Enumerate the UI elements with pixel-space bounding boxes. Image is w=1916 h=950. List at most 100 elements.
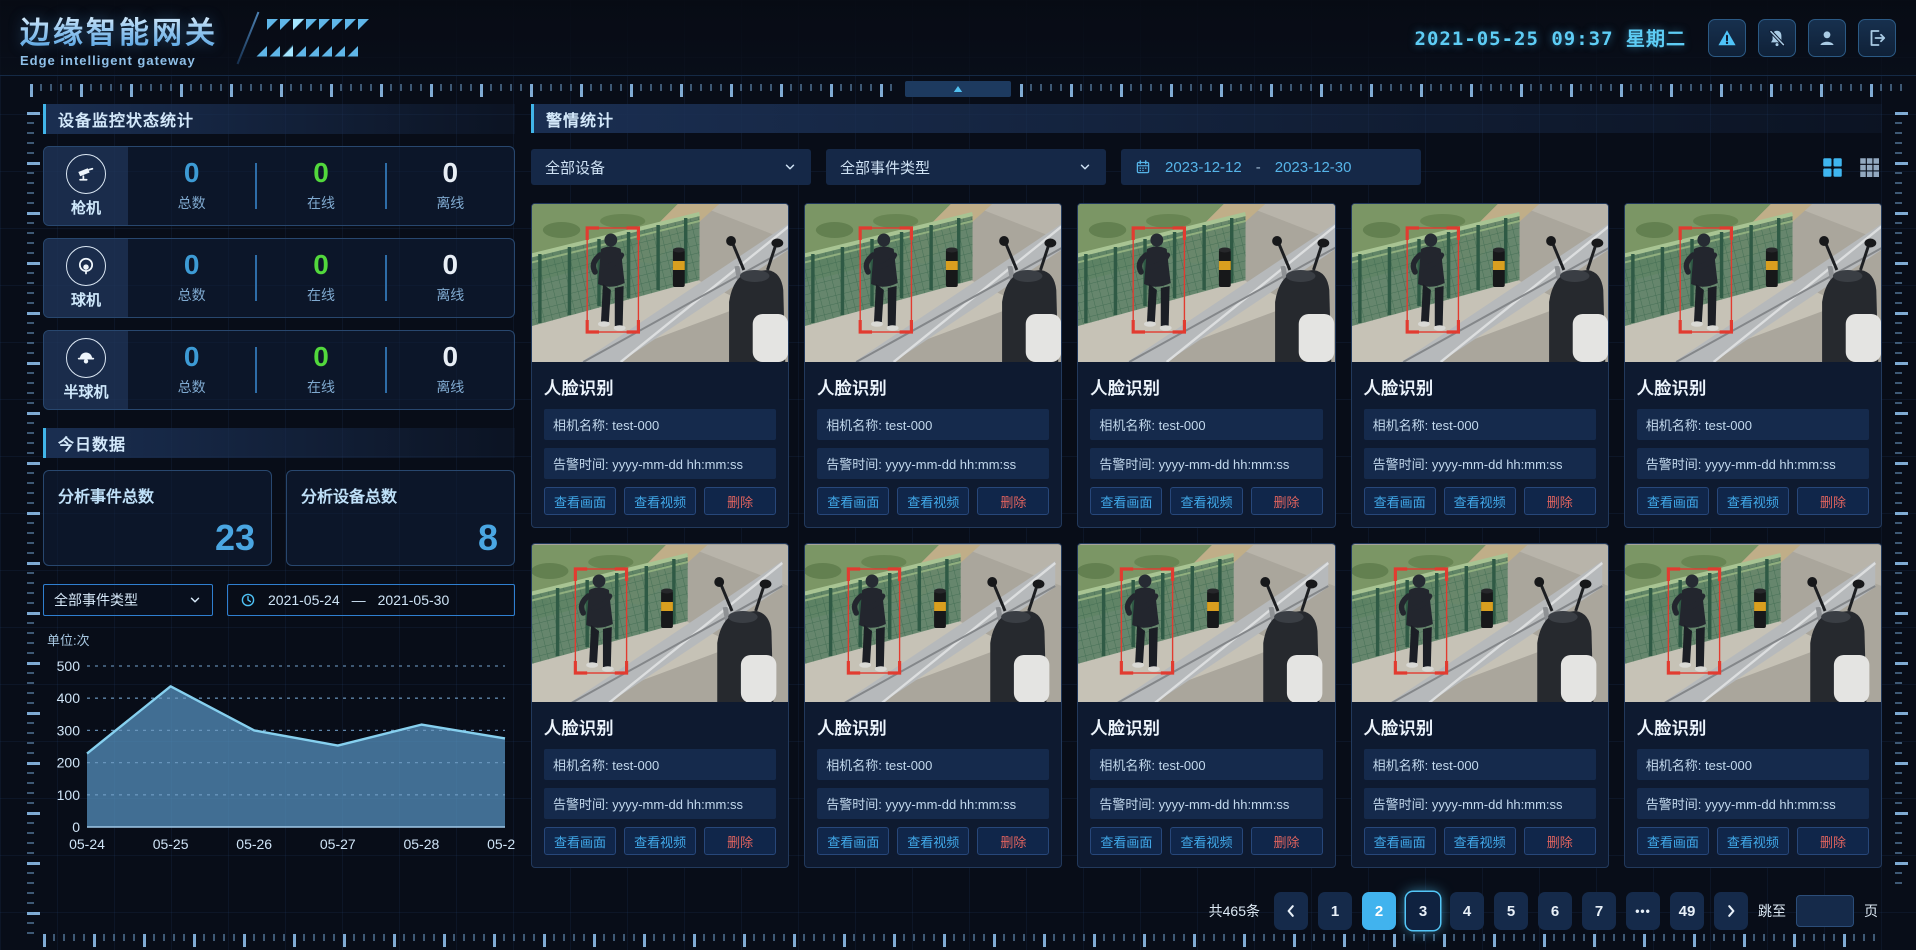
view-image-button[interactable]: 查看画面 [1090, 827, 1162, 855]
view-video-button[interactable]: 查看视频 [1170, 827, 1242, 855]
alert-type-label: 人脸识别 [817, 374, 1049, 399]
alert-snapshot[interactable] [805, 204, 1061, 362]
view-video-button[interactable]: 查看视频 [1444, 827, 1516, 855]
device-stat-row-bullet-camera: 枪机0总数0在线0离线 [43, 146, 515, 226]
view-image-button[interactable]: 查看画面 [1364, 487, 1436, 515]
device-offline-value: 0 [387, 159, 514, 187]
device-type-label: 球机 [71, 289, 101, 310]
logout-icon [1867, 28, 1887, 48]
alert-snapshot[interactable] [805, 544, 1061, 702]
delete-button[interactable]: 删除 [1251, 487, 1323, 515]
device-total-value: 0 [128, 251, 255, 279]
view-video-button[interactable]: 查看视频 [1444, 487, 1516, 515]
more-pages-button[interactable]: ••• [1626, 892, 1660, 930]
delete-button[interactable]: 删除 [977, 487, 1049, 515]
view-video-button[interactable]: 查看视频 [1717, 487, 1789, 515]
grid-view-icon[interactable] [1820, 155, 1845, 180]
device-stat-row-dome-camera: 球机0总数0在线0离线 [43, 238, 515, 318]
view-video-button[interactable]: 查看视频 [897, 827, 969, 855]
total-count-label: 共465条 [1209, 901, 1260, 921]
delete-button[interactable]: 删除 [1524, 487, 1596, 515]
svg-text:0: 0 [72, 819, 80, 835]
view-image-button[interactable]: 查看画面 [1090, 487, 1162, 515]
alert-snapshot[interactable] [1625, 544, 1881, 702]
alert-snapshot[interactable] [1352, 204, 1608, 362]
alert-date-range-picker[interactable]: 2023-12-12 - 2023-12-30 [1121, 149, 1421, 185]
delete-button[interactable]: 删除 [1524, 827, 1596, 855]
alert-snapshot[interactable] [532, 544, 788, 702]
view-video-button[interactable]: 查看视频 [624, 827, 696, 855]
alert-time: 告警时间: yyyy-mm-dd hh:mm:ss [1090, 448, 1322, 479]
alert-snapshot[interactable] [1625, 204, 1881, 362]
calendar-icon [1135, 159, 1151, 175]
view-video-button[interactable]: 查看视频 [897, 487, 969, 515]
collapse-panel-button[interactable] [905, 81, 1011, 97]
delete-button[interactable]: 删除 [977, 827, 1049, 855]
alert-time: 告警时间: yyyy-mm-dd hh:mm:ss [1637, 448, 1869, 479]
jump-page-input[interactable] [1796, 895, 1854, 927]
svg-text:400: 400 [57, 690, 81, 706]
view-image-button[interactable]: 查看画面 [1637, 827, 1709, 855]
view-image-button[interactable]: 查看画面 [817, 487, 889, 515]
delete-button[interactable]: 删除 [704, 487, 776, 515]
alert-type-label: 人脸识别 [1090, 714, 1322, 739]
page-button-3[interactable]: 3 [1406, 892, 1440, 930]
header-alarm-button[interactable] [1708, 19, 1746, 57]
ticker-row [0, 76, 1916, 104]
view-video-button[interactable]: 查看视频 [624, 487, 696, 515]
events-trend-chart: 单位:次 010020030040050005-2405-2505-2605-2… [43, 630, 515, 857]
alert-snapshot[interactable] [532, 204, 788, 362]
device-type-label: 半球机 [63, 381, 108, 402]
page-button-2[interactable]: 2 [1362, 892, 1396, 930]
view-image-button[interactable]: 查看画面 [1637, 487, 1709, 515]
page-button-49[interactable]: 49 [1670, 892, 1704, 930]
alert-camera-name: 相机名称: test-000 [817, 409, 1049, 440]
svg-text:100: 100 [57, 787, 81, 803]
ruler-ticks-bottom [43, 934, 1876, 947]
page-button-1[interactable]: 1 [1318, 892, 1352, 930]
delete-button[interactable]: 删除 [1797, 487, 1869, 515]
event-type-select-value: 全部事件类型 [54, 590, 138, 610]
alert-type-label: 人脸识别 [1090, 374, 1322, 399]
page-button-4[interactable]: 4 [1450, 892, 1484, 930]
view-image-button[interactable]: 查看画面 [544, 487, 616, 515]
alert-camera-name: 相机名称: test-000 [1090, 409, 1322, 440]
table-view-icon[interactable] [1857, 155, 1882, 180]
device-select[interactable]: 全部设备 [531, 149, 811, 185]
view-image-button[interactable]: 查看画面 [1364, 827, 1436, 855]
alert-type-label: 人脸识别 [544, 714, 776, 739]
device-type-label: 枪机 [71, 197, 101, 218]
alert-snapshot[interactable] [1078, 544, 1334, 702]
main-panel: 警情统计 全部设备 全部事件类型 2023-12-12 - 2023-12-30 [531, 104, 1882, 930]
alerts-title: 警情统计 [546, 107, 614, 131]
alert-card: 人脸识别相机名称: test-000告警时间: yyyy-mm-dd hh:mm… [804, 543, 1062, 868]
content-area: 设备监控状态统计 枪机0总数0在线0离线球机0总数0在线0离线半球机0总数0在线… [43, 104, 1882, 930]
collapse-up-icon [952, 84, 964, 94]
app-subtitle: Edge intelligent gateway [20, 53, 245, 68]
view-video-button[interactable]: 查看视频 [1170, 487, 1242, 515]
page-button-7[interactable]: 7 [1582, 892, 1616, 930]
today-cards: 分析事件总数 23 分析设备总数 8 [43, 470, 515, 566]
header-logout-button[interactable] [1858, 19, 1896, 57]
today-events-label: 分析事件总数 [58, 483, 257, 507]
left-date-range-picker[interactable]: 2021-05-24 — 2021-05-30 [227, 584, 515, 616]
delete-button[interactable]: 删除 [704, 827, 776, 855]
alert-event-type-select[interactable]: 全部事件类型 [826, 149, 1106, 185]
page-button-5[interactable]: 5 [1494, 892, 1528, 930]
next-page-button[interactable] [1714, 892, 1748, 930]
view-image-button[interactable]: 查看画面 [817, 827, 889, 855]
alert-snapshot[interactable] [1352, 544, 1608, 702]
header-mute-button[interactable] [1758, 19, 1796, 57]
page-button-6[interactable]: 6 [1538, 892, 1572, 930]
event-type-select[interactable]: 全部事件类型 [43, 584, 213, 616]
header-user-button[interactable] [1808, 19, 1846, 57]
view-video-button[interactable]: 查看视频 [1717, 827, 1789, 855]
alert-event-type-value: 全部事件类型 [840, 157, 930, 178]
left-date-start: 2021-05-24 [268, 592, 340, 608]
view-image-button[interactable]: 查看画面 [544, 827, 616, 855]
delete-button[interactable]: 删除 [1251, 827, 1323, 855]
alert-snapshot[interactable] [1078, 204, 1334, 362]
prev-page-button[interactable] [1274, 892, 1308, 930]
alert-camera-name: 相机名称: test-000 [544, 409, 776, 440]
delete-button[interactable]: 删除 [1797, 827, 1869, 855]
